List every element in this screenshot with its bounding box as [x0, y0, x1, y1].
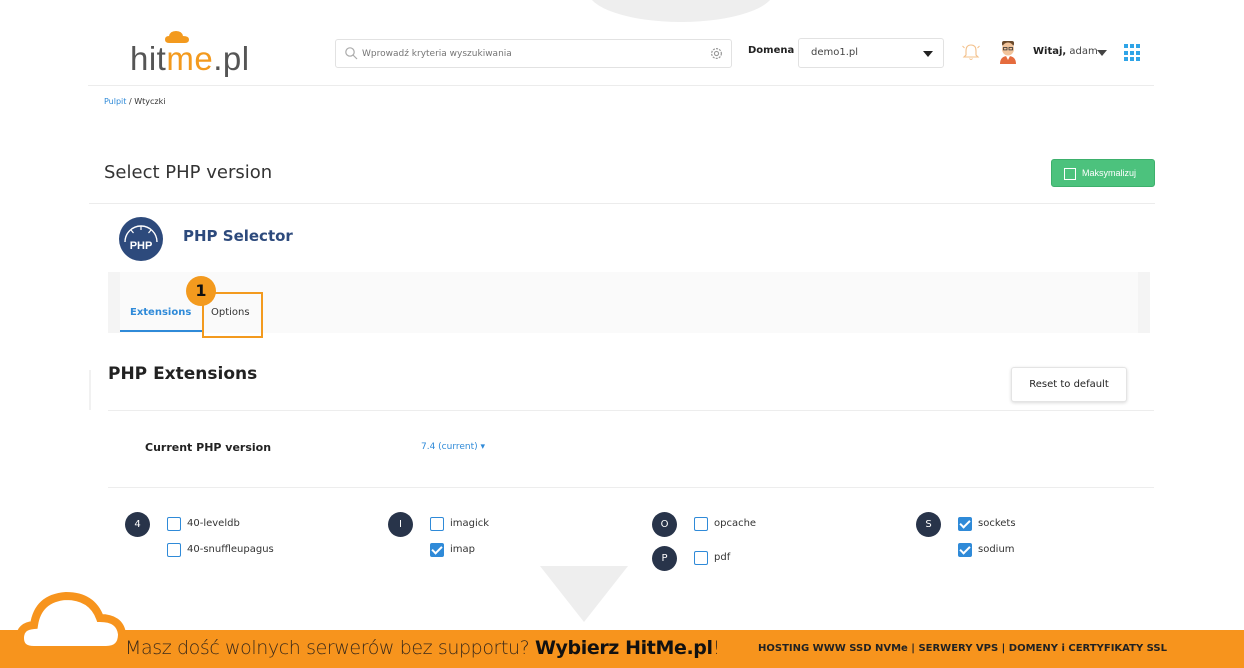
group-letter-4: 4	[125, 512, 150, 537]
extension-label-imagick: imagick	[450, 518, 490, 529]
checkbox-sockets[interactable]	[958, 517, 972, 531]
php-selector-logo-icon: PHP	[119, 217, 163, 261]
cloud-icon	[16, 592, 126, 654]
promo-message: Masz dość wolnych serwerów bez supportu?…	[125, 637, 720, 659]
group-letter-s: S	[916, 512, 941, 537]
header-divider	[88, 85, 1154, 86]
promo-message-end: !	[712, 637, 721, 659]
promo-services: HOSTING WWW SSD NVMe | SERWERY VPS | DOM…	[758, 643, 1167, 654]
title-divider	[89, 203, 1155, 204]
breadcrumb: Pulpit / Wtyczki	[104, 97, 165, 106]
extension-label-40-snuffleupagus: 40-snuffleupagus	[187, 544, 274, 555]
breadcrumb-current: / Wtyczki	[126, 97, 166, 106]
breadcrumb-link-pulpit[interactable]: Pulpit	[104, 97, 126, 106]
checkbox-40-leveldb[interactable]	[167, 517, 181, 531]
php-version-dropdown[interactable]: 7.4 (current) ▾	[421, 442, 485, 452]
greeting-username: adam	[1066, 46, 1098, 57]
search-bar[interactable]	[335, 39, 732, 68]
gear-icon[interactable]	[709, 46, 724, 61]
extension-label-imap: imap	[450, 544, 475, 555]
group-letter-p: P	[652, 546, 677, 571]
active-tab-indicator	[120, 330, 202, 332]
greeting-label: Witaj,	[1033, 46, 1067, 57]
promo-message-bold: Wybierz HitMe.pl	[534, 637, 713, 659]
version-divider	[108, 487, 1154, 488]
domain-select-value: demo1.pl	[811, 47, 859, 58]
logo-text-hit: hit	[130, 40, 167, 77]
apps-grid-icon[interactable]	[1124, 44, 1142, 62]
extension-label-sodium: sodium	[978, 544, 1015, 555]
php-selector-title: PHP Selector	[183, 227, 293, 245]
maximize-button[interactable]: Maksymalizuj	[1051, 159, 1155, 187]
group-letter-o: O	[652, 512, 677, 537]
top-decorative-arc	[588, 0, 774, 22]
search-input[interactable]	[362, 45, 692, 63]
checkbox-sodium[interactable]	[958, 543, 972, 557]
domain-select[interactable]: demo1.pl	[798, 38, 944, 68]
chevron-down-icon	[923, 51, 933, 57]
search-icon	[345, 47, 358, 60]
scroll-down-arrow-icon	[540, 566, 628, 622]
reset-to-default-button[interactable]: Reset to default	[1011, 367, 1127, 402]
extension-label-opcache: opcache	[714, 518, 757, 529]
extension-label-pdf: pdf	[714, 552, 731, 563]
tab-extensions[interactable]: Extensions	[130, 307, 191, 318]
promo-message-text: Masz dość wolnych serwerów bez supportu?	[125, 637, 535, 659]
step-number-badge: 1	[186, 276, 216, 306]
avatar[interactable]	[998, 40, 1018, 64]
logo-text-me: me	[166, 40, 214, 77]
logo-text-pl: .pl	[213, 40, 250, 77]
bell-icon[interactable]	[962, 42, 980, 62]
checkbox-imagick[interactable]	[430, 517, 444, 531]
checkbox-pdf[interactable]	[694, 551, 708, 565]
user-greeting[interactable]: Witaj, adam	[1033, 46, 1098, 57]
page-title: Select PHP version	[104, 162, 273, 183]
maximize-label: Maksymalizuj	[1082, 168, 1137, 178]
tabs-bar	[108, 272, 1150, 333]
maximize-icon	[1064, 168, 1076, 180]
php-logo-text: PHP	[130, 240, 153, 252]
logo-cloud-icon	[165, 31, 189, 43]
domain-label: Domena	[748, 45, 795, 56]
section-divider	[108, 410, 1154, 411]
extension-label-40-leveldb: 40-leveldb	[187, 518, 240, 529]
current-php-version-label: Current PHP version	[145, 441, 272, 454]
extension-label-sockets: sockets	[978, 518, 1016, 529]
user-menu-caret-icon[interactable]	[1097, 50, 1107, 56]
checkbox-40-snuffleupagus[interactable]	[167, 543, 181, 557]
php-extensions-title: PHP Extensions	[108, 364, 258, 384]
checkbox-imap[interactable]	[430, 543, 444, 557]
hitme-logo[interactable]: hitme.pl	[130, 40, 250, 78]
group-letter-i: I	[388, 512, 413, 537]
checkbox-opcache[interactable]	[694, 517, 708, 531]
